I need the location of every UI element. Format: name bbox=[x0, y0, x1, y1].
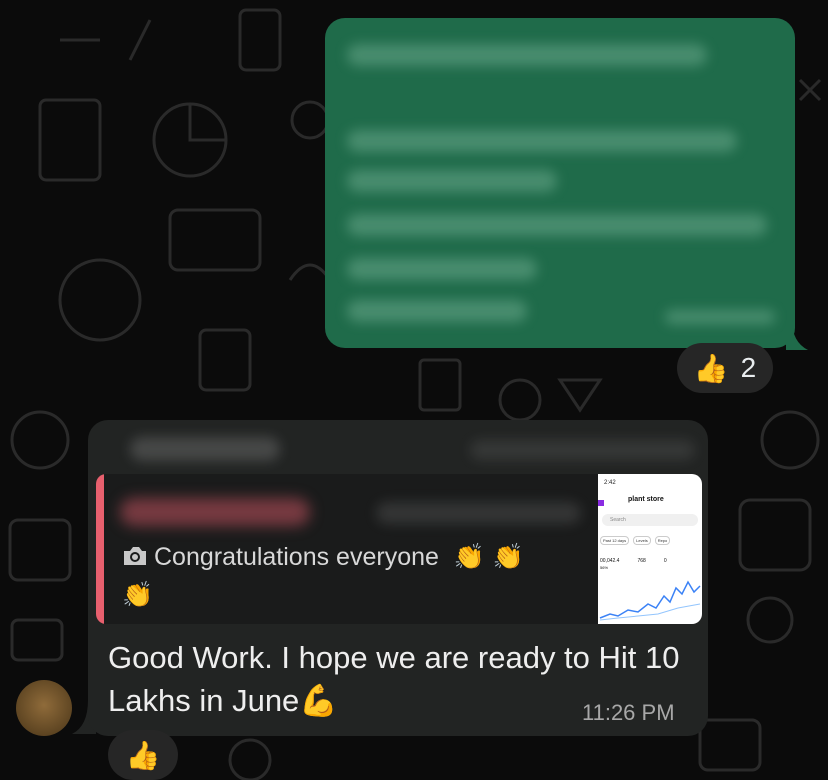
avatar[interactable] bbox=[16, 680, 72, 736]
camera-icon bbox=[124, 547, 146, 565]
search-box: Search bbox=[602, 514, 698, 526]
message-reaction[interactable]: 👍 bbox=[108, 730, 178, 780]
quoted-author-blurred bbox=[120, 498, 310, 526]
metric-value: 0 bbox=[663, 558, 667, 564]
outgoing-bubble-tail bbox=[786, 320, 808, 350]
reaction-count: 2 bbox=[740, 352, 757, 383]
filter-chip: Past 12 days bbox=[600, 536, 630, 545]
message-timestamp: 11:26 PM bbox=[582, 700, 675, 725]
filter-row: Past 12 days Levels Repo bbox=[600, 536, 671, 545]
metric-value: 00,042.4 bbox=[600, 558, 620, 564]
blurred-text-line bbox=[347, 130, 737, 152]
blurred-text-line bbox=[347, 44, 707, 66]
filter-chip: Repo bbox=[654, 536, 671, 545]
clapping-hands-icon: 👏 👏 bbox=[453, 542, 525, 571]
metric-value: 768 bbox=[637, 558, 646, 564]
app-icon bbox=[598, 500, 604, 506]
blurred-text-line bbox=[347, 300, 527, 322]
blurred-text-line bbox=[347, 170, 557, 192]
thumbs-up-icon: 👍 bbox=[693, 351, 729, 385]
blurred-text-line bbox=[347, 214, 767, 236]
quoted-text: Congratulations everyone 👏 👏 👏 bbox=[122, 538, 562, 614]
quoted-author-phone-blurred bbox=[376, 502, 581, 524]
metric-sub: 56% bbox=[600, 565, 609, 570]
flexed-biceps-icon: 💪 bbox=[299, 683, 338, 719]
message-reaction[interactable]: 👍 2 bbox=[677, 343, 773, 393]
status-time: 2:42 bbox=[604, 480, 616, 486]
clapping-hands-icon: 👏 bbox=[122, 580, 154, 609]
sender-name-blurred bbox=[130, 437, 280, 461]
blurred-text-line bbox=[347, 258, 537, 280]
thumbs-up-icon: 👍 bbox=[125, 738, 161, 772]
quoted-image-thumbnail[interactable]: 2:42 plant store Search Past 12 days Lev… bbox=[598, 474, 702, 624]
quote-accent-bar bbox=[96, 474, 104, 624]
quoted-message[interactable]: Congratulations everyone 👏 👏 👏 2:42 plan… bbox=[96, 474, 702, 624]
metrics-row: 00,042.4 768 0 bbox=[600, 558, 667, 564]
app-title: plant store bbox=[628, 496, 664, 503]
quoted-caption: Congratulations everyone bbox=[154, 543, 439, 571]
thumbnail-line-chart bbox=[599, 580, 701, 621]
sender-phone-blurred bbox=[470, 440, 695, 460]
blurred-timestamp bbox=[665, 310, 775, 324]
filter-chip: Levels bbox=[633, 536, 651, 545]
outgoing-message-bubble[interactable] bbox=[325, 18, 795, 348]
